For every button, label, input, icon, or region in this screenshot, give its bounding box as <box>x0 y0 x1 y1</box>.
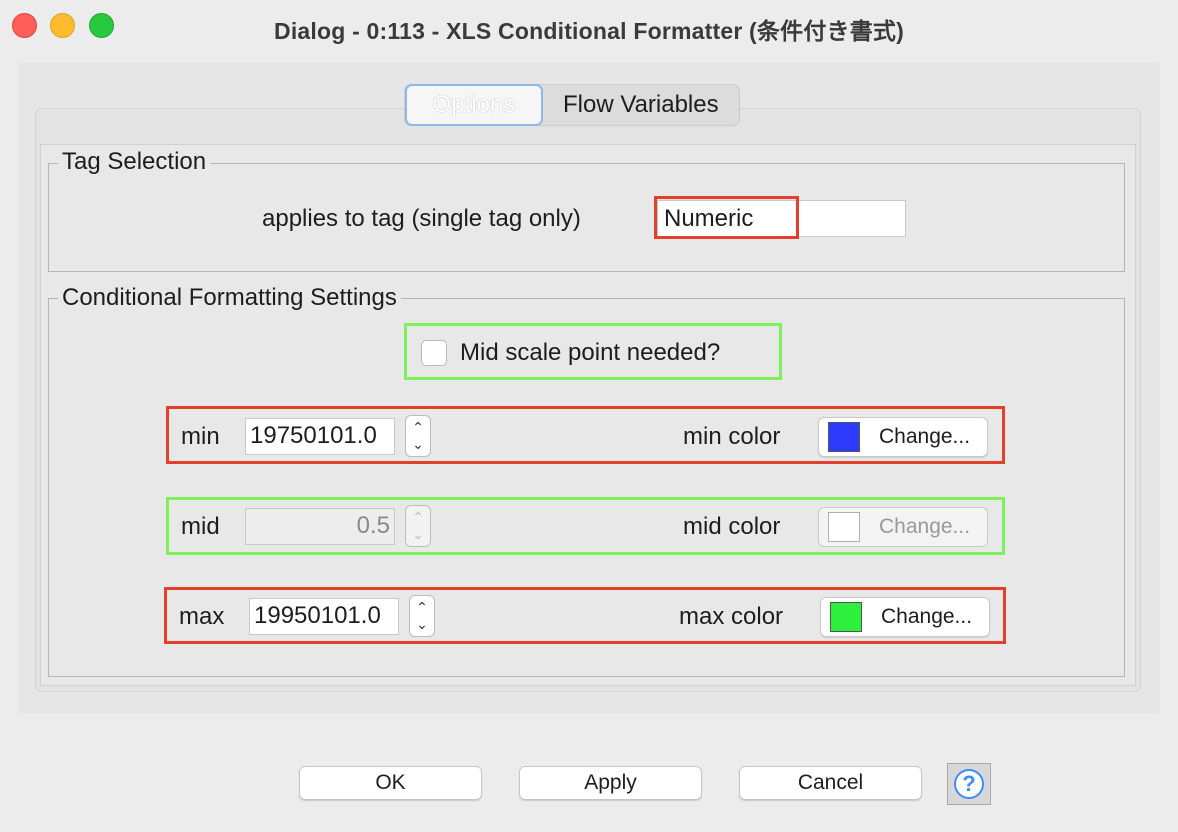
min-change-label: Change... <box>879 425 971 448</box>
mid-scale-checkbox[interactable] <box>421 340 447 366</box>
ok-button[interactable]: OK <box>299 766 482 800</box>
max-color-label: max color <box>679 603 784 630</box>
chevron-up-icon[interactable]: ⌃ <box>412 419 424 436</box>
max-color-swatch <box>830 602 862 632</box>
min-value-input[interactable]: 19750101.0 <box>245 418 395 455</box>
window-title: Dialog - 0:113 - XLS Conditional Formatt… <box>274 18 904 44</box>
chevron-down-icon[interactable]: ⌄ <box>412 526 424 543</box>
min-color-swatch <box>828 422 860 452</box>
mid-scale-checkbox-label: Mid scale point needed? <box>460 339 721 366</box>
mid-stepper[interactable]: ⌃ ⌄ <box>405 505 431 547</box>
max-value-input[interactable]: 19950101.0 <box>249 598 399 635</box>
help-icon: ? <box>954 769 984 799</box>
title-bar: Dialog - 0:113 - XLS Conditional Formatt… <box>0 0 1178 52</box>
max-label: max <box>179 603 225 630</box>
tag-selection-group <box>48 163 1127 274</box>
mid-change-label: Change... <box>879 515 971 538</box>
chevron-up-icon[interactable]: ⌃ <box>416 599 428 616</box>
help-button[interactable]: ? <box>947 763 991 805</box>
min-color-label: min color <box>683 423 781 450</box>
mid-value-input[interactable]: 0.5 <box>245 508 395 545</box>
tab-bar: Options Flow Variables <box>404 84 740 126</box>
mid-color-label: mid color <box>683 513 781 540</box>
max-stepper[interactable]: ⌃ ⌄ <box>409 595 435 637</box>
min-label: min <box>181 423 220 450</box>
tab-options[interactable]: Options <box>405 84 543 126</box>
tag-selection-legend: Tag Selection <box>58 148 211 176</box>
max-color-change-button[interactable]: Change... <box>820 597 990 637</box>
mid-color-change-button[interactable]: Change... <box>818 507 988 547</box>
mid-color-swatch <box>828 512 860 542</box>
apply-button[interactable]: Apply <box>519 766 702 800</box>
tag-input[interactable]: Numeric <box>657 200 906 237</box>
chevron-down-icon[interactable]: ⌄ <box>412 436 424 453</box>
cancel-button[interactable]: Cancel <box>739 766 922 800</box>
min-stepper[interactable]: ⌃ ⌄ <box>405 415 431 457</box>
min-color-change-button[interactable]: Change... <box>818 417 988 457</box>
chevron-down-icon[interactable]: ⌄ <box>416 616 428 633</box>
max-change-label: Change... <box>881 605 973 628</box>
chevron-up-icon[interactable]: ⌃ <box>412 509 424 526</box>
mid-label: mid <box>181 513 220 540</box>
tab-flow-variables[interactable]: Flow Variables <box>543 85 739 125</box>
conditional-formatting-legend: Conditional Formatting Settings <box>58 284 401 312</box>
applies-to-tag-label: applies to tag (single tag only) <box>262 205 581 232</box>
